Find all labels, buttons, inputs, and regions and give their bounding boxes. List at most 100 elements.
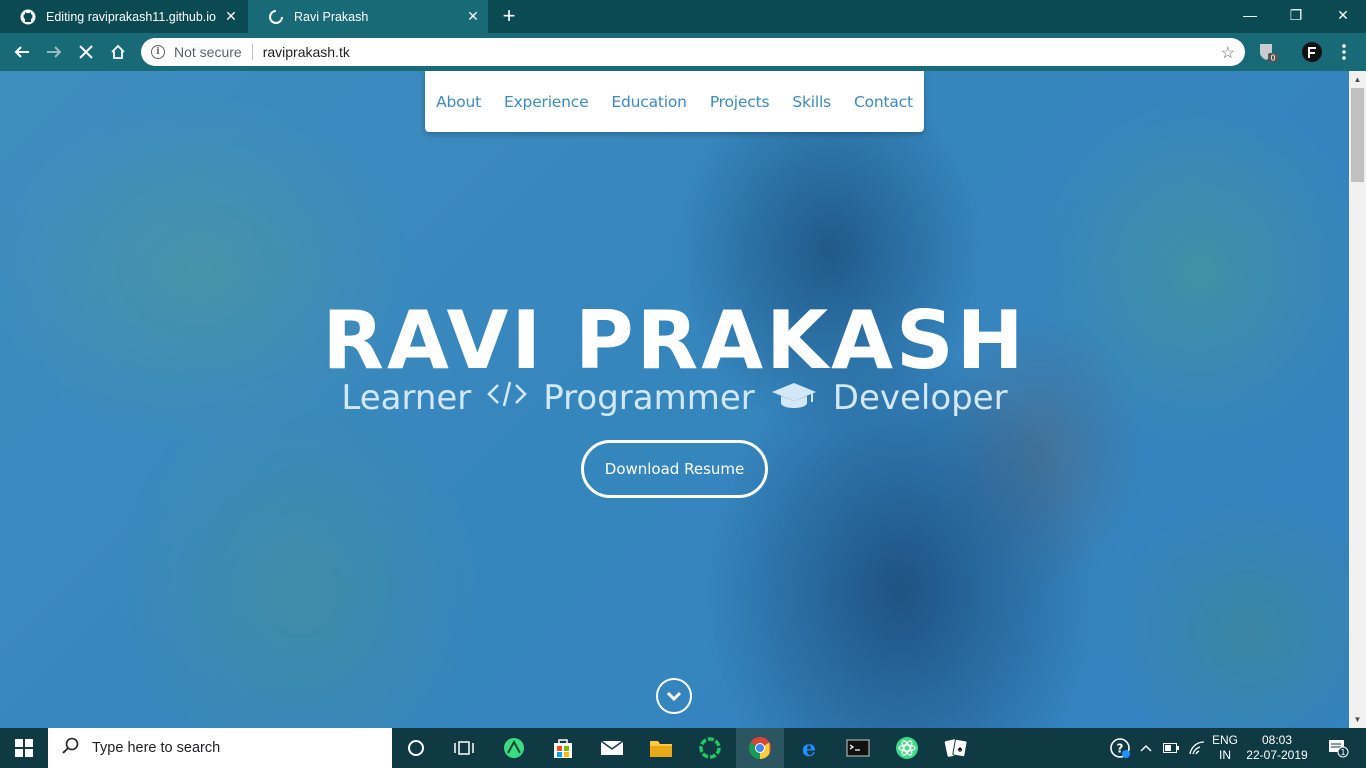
microsoft-store-app[interactable]	[539, 728, 587, 768]
mail-envelope-icon	[600, 740, 624, 755]
task-view-button[interactable]	[440, 728, 488, 768]
svg-text:0: 0	[1270, 54, 1275, 63]
playing-cards-icon: ♠	[944, 738, 968, 758]
cortana-button[interactable]	[392, 728, 440, 768]
battery-icon[interactable]	[1160, 728, 1182, 768]
minimize-button[interactable]: —	[1227, 0, 1273, 30]
language-indicator[interactable]: ENG IN	[1210, 728, 1240, 768]
url-text[interactable]: raviprakash.tk	[263, 44, 350, 60]
folder-icon	[650, 741, 672, 757]
profile-avatar[interactable]	[1301, 41, 1323, 63]
scrollbar-thumb[interactable]	[1351, 88, 1364, 182]
help-icon[interactable]: ?	[1106, 728, 1134, 768]
arrow-left-icon	[14, 46, 29, 58]
nav-link-projects[interactable]: Projects	[698, 93, 781, 111]
arrow-right-icon	[47, 46, 62, 58]
windows-logo-icon	[15, 739, 33, 757]
chrome-icon	[749, 737, 771, 759]
green-ring-icon	[699, 737, 721, 759]
code-icon	[487, 379, 528, 417]
mail-app[interactable]	[588, 728, 636, 768]
github-icon	[20, 9, 36, 25]
download-resume-button[interactable]: Download Resume	[581, 440, 768, 498]
clock-date: 22-07-2019	[1246, 748, 1308, 762]
hero-name: RAVI PRAKASH	[322, 294, 1027, 387]
tab-strip: Editing raviprakash11.github.io/R ✕ Ravi…	[0, 0, 1366, 33]
atom-app[interactable]	[883, 728, 931, 768]
browser-toolbar: i Not secure raviprakash.tk ☆ 0	[0, 33, 1366, 71]
lang-top: ENG	[1211, 733, 1238, 747]
tagline-programmer: Programmer	[543, 378, 755, 418]
edge-icon: e	[802, 736, 816, 760]
lang-bottom: IN	[1219, 748, 1231, 762]
page-scrollbar[interactable]: ▲ ▼	[1349, 71, 1366, 728]
bookmark-star-icon[interactable]: ☆	[1221, 43, 1235, 63]
divider	[251, 44, 253, 60]
svg-text:e: e	[802, 736, 816, 760]
extension-shield-icon[interactable]: 0	[1257, 41, 1279, 63]
nav-link-contact[interactable]: Contact	[842, 93, 924, 111]
graduation-cap-icon	[771, 379, 817, 417]
nav-link-about[interactable]: About	[425, 93, 493, 111]
new-tab-button[interactable]: +	[497, 5, 521, 29]
loading-app[interactable]	[686, 728, 734, 768]
tab-close-icon[interactable]: ✕	[458, 8, 488, 25]
tab-editing[interactable]: Editing raviprakash11.github.io/R ✕	[0, 0, 246, 33]
store-bag-icon	[554, 739, 572, 758]
menu-kebab-icon[interactable]	[1333, 41, 1355, 63]
tagline-learner: Learner	[341, 378, 472, 418]
notification-icon: 1	[1329, 740, 1349, 758]
hero-tagline: Learner Programmer Developer	[0, 378, 1349, 418]
nav-link-education[interactable]: Education	[600, 93, 698, 111]
tab-title: Editing raviprakash11.github.io/R	[46, 9, 216, 24]
tab-ravi-prakash[interactable]: Ravi Prakash ✕	[248, 0, 488, 33]
hero-background-photo: About Experience Education Projects Skil…	[0, 71, 1349, 728]
svg-text:1: 1	[1340, 748, 1345, 757]
tab-title: Ravi Prakash	[294, 9, 369, 24]
site-navigation: About Experience Education Projects Skil…	[425, 71, 924, 132]
close-window-button[interactable]: ✕	[1320, 0, 1366, 30]
back-button[interactable]	[8, 38, 36, 66]
stop-loading-button[interactable]	[72, 38, 100, 66]
edge-app[interactable]: e	[785, 728, 833, 768]
tagline-developer: Developer	[832, 378, 1008, 418]
cortana-circle-icon	[408, 740, 424, 756]
home-button[interactable]	[104, 38, 132, 66]
address-bar[interactable]: i Not secure raviprakash.tk ☆	[141, 38, 1245, 66]
svg-text:♠: ♠	[958, 744, 963, 754]
terminal-app[interactable]	[834, 728, 882, 768]
android-studio-app[interactable]	[490, 728, 538, 768]
task-view-icon	[454, 741, 474, 755]
scroll-up-arrow-icon[interactable]: ▲	[1349, 71, 1366, 88]
solitaire-app[interactable]: ♠	[932, 728, 980, 768]
chevron-up-icon[interactable]	[1136, 728, 1156, 768]
clock[interactable]: 08:03 22-07-2019	[1244, 728, 1310, 768]
loading-spinner-icon	[268, 9, 284, 25]
android-studio-icon	[504, 738, 524, 758]
home-icon	[111, 44, 125, 59]
action-center-button[interactable]: 1	[1318, 728, 1358, 768]
atom-icon	[896, 737, 918, 759]
security-label: Not secure	[174, 44, 242, 60]
clock-time: 08:03	[1261, 733, 1293, 747]
close-icon	[79, 45, 93, 59]
info-icon[interactable]: i	[151, 45, 165, 59]
chevron-down-icon	[666, 691, 682, 702]
restore-button[interactable]: ❐	[1273, 0, 1319, 30]
hero-section: RAVI PRAKASH Learner Programmer Develope…	[0, 71, 1349, 728]
forward-button[interactable]	[40, 38, 68, 66]
scroll-down-button[interactable]	[656, 678, 692, 714]
windows-taskbar: Type here to search e ♠ ? ENG IN 08:03 2…	[0, 728, 1366, 768]
nav-link-skills[interactable]: Skills	[781, 93, 843, 111]
nav-link-experience[interactable]: Experience	[492, 93, 599, 111]
tab-close-icon[interactable]: ✕	[216, 8, 246, 25]
chrome-app[interactable]	[736, 728, 784, 768]
file-explorer-app[interactable]	[637, 728, 685, 768]
search-icon	[62, 737, 80, 759]
windows-start-button[interactable]	[0, 728, 48, 768]
wifi-icon[interactable]	[1186, 728, 1208, 768]
taskbar-search-box[interactable]: Type here to search	[48, 728, 392, 768]
search-placeholder: Type here to search	[92, 740, 221, 756]
command-prompt-icon	[846, 739, 870, 757]
scroll-down-arrow-icon[interactable]: ▼	[1349, 711, 1366, 728]
